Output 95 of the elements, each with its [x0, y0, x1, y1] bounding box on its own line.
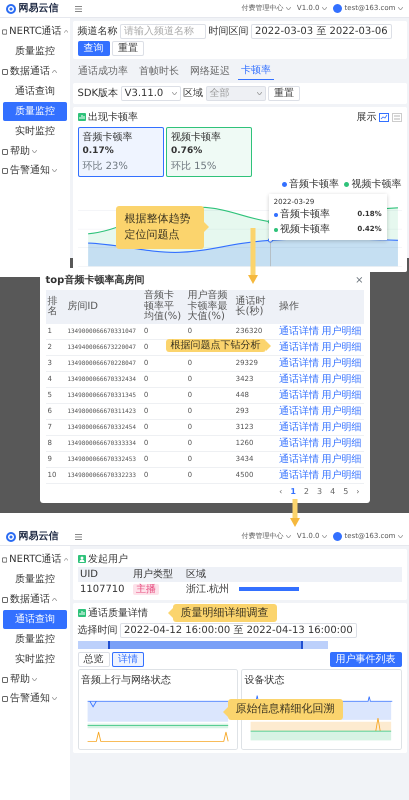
page-button[interactable]: 2	[300, 486, 314, 498]
tab[interactable]: 通话成功率	[75, 62, 131, 80]
sidebar-group[interactable]: NERTC通话	[9, 552, 62, 567]
reset-button[interactable]: 重置	[268, 86, 300, 100]
sidebar-item[interactable]: 质量监控	[3, 630, 67, 649]
table-link[interactable]: 用户明细	[322, 324, 362, 339]
previous-page-button[interactable]: ‹	[275, 486, 286, 498]
date-range-field[interactable]: 2022-03-03 至 2022-03-06	[251, 24, 392, 38]
table-link[interactable]: 用户明细	[322, 372, 362, 387]
tab[interactable]: 卡顿率	[238, 62, 274, 80]
sidebar-item[interactable]: 实时监控	[3, 650, 67, 669]
role-tag: 主播	[133, 584, 159, 594]
sidebar-group[interactable]: 数据通话	[10, 592, 50, 607]
column-header: 房间ID	[65, 290, 142, 324]
column-header: 音频卡顿率平均值(%)	[142, 290, 186, 324]
table-link[interactable]: 用户明细	[322, 404, 362, 419]
page-button[interactable]: 1	[286, 486, 300, 498]
table-link[interactable]: 用户明细	[322, 388, 362, 403]
column-header: 排名	[46, 290, 66, 324]
section-title: 通话质量详情	[88, 606, 148, 620]
table-link[interactable]: 通话详情	[279, 452, 319, 467]
events-button[interactable]: 用户事件列表	[330, 652, 402, 666]
table-link[interactable]: 通话详情	[279, 468, 319, 483]
sidebar-group[interactable]: 告警通知	[10, 163, 50, 178]
field-label: 选择时间	[78, 624, 118, 638]
table-link[interactable]: 通话详情	[279, 420, 319, 435]
legend-label: 音频卡顿率	[289, 178, 339, 192]
table-link[interactable]: 通话详情	[279, 388, 319, 403]
chart-title: 音频上行与网络状态	[81, 674, 172, 688]
callout-label: 原始信息精细化回溯	[228, 699, 342, 720]
sidebar-item[interactable]: 通话查询	[3, 82, 67, 101]
sidebar-group[interactable]: 告警通知	[10, 691, 50, 706]
callout-label: 质量明细详细调查	[172, 604, 276, 622]
sidebar-group[interactable]: 帮助	[10, 672, 30, 687]
field-label: 频道名称	[78, 24, 118, 38]
toggle-button[interactable]: 详情	[112, 652, 144, 666]
column-header: 用户音频卡顿率最大值(%)	[186, 290, 234, 324]
callout-label: 根据问题点下钻分析	[166, 339, 266, 352]
field-label: SDK版本	[78, 86, 118, 100]
card-title: 出现卡顿率	[88, 110, 138, 124]
column-header: 通话时长(秒)	[234, 290, 277, 324]
sidebar-group[interactable]: 帮助	[10, 144, 30, 159]
metric-title: 视频卡顿率	[171, 130, 222, 145]
table-cell: 浙江.杭州	[186, 584, 230, 594]
date-range-field[interactable]: 2022-04-12 16:00:00 至 2022-04-13 16:00:00	[120, 623, 357, 638]
page-button[interactable]: 4	[326, 486, 340, 498]
column-header: 操作	[277, 290, 364, 324]
field-label: 时间区间	[208, 24, 248, 38]
input-field[interactable]: 请输入频道名称	[120, 24, 206, 38]
column-header: UID	[80, 568, 99, 582]
table-link[interactable]: 用户明细	[322, 420, 362, 435]
metric-value: 0.17%	[82, 145, 115, 158]
table-link[interactable]: 用户明细	[322, 340, 362, 355]
metric-value: 0.76%	[171, 145, 204, 158]
table-link[interactable]: 通话详情	[279, 436, 319, 451]
chart-title: 设备状态	[244, 674, 286, 688]
legend-label: 视频卡顿率	[352, 178, 402, 192]
logo-text: 网易云信	[18, 530, 58, 544]
section-title: 发起用户	[88, 552, 128, 566]
sidebar-group[interactable]: NERTC通话	[9, 24, 62, 39]
column-header: 用户类型	[133, 568, 174, 582]
table-link[interactable]: 通话详情	[279, 404, 319, 419]
field-label: 区域	[183, 86, 204, 100]
page-button[interactable]: 3	[313, 486, 326, 498]
close-button[interactable]: ×	[355, 272, 364, 288]
metric-note: 环比 23%	[82, 160, 129, 174]
search-button[interactable]: 查询	[78, 41, 110, 56]
metric-title: 音频卡顿率	[82, 130, 134, 145]
sidebar-group[interactable]: 数据通话	[10, 64, 50, 79]
logo-text: 网易云信	[18, 2, 58, 16]
dropdown[interactable]: V3.11.0	[120, 86, 181, 100]
sidebar-item[interactable]: 质量监控	[3, 42, 67, 61]
table-link[interactable]: 用户明细	[322, 452, 362, 467]
reset-button[interactable]: 重置	[112, 41, 144, 56]
table-link[interactable]: 通话详情	[279, 372, 319, 387]
table-link[interactable]: 用户明细	[322, 356, 362, 371]
table-link[interactable]: 用户明细	[322, 436, 362, 451]
table-cell: 1107710	[80, 584, 125, 594]
table-link[interactable]: 通话详情	[279, 324, 319, 339]
tab[interactable]: 网络延迟	[187, 62, 233, 80]
page-button[interactable]: 5	[339, 486, 352, 498]
sidebar-item[interactable]: 实时监控	[3, 122, 67, 141]
view-label: 展示	[356, 110, 376, 124]
table-link[interactable]: 通话详情	[279, 340, 319, 355]
tab[interactable]: 首帧时长	[136, 62, 182, 80]
sidebar-item[interactable]: 质量监控	[3, 570, 67, 589]
toggle-button[interactable]: 总览	[78, 652, 110, 666]
table-link[interactable]: 通话详情	[279, 356, 319, 371]
metric-note: 环比 15%	[171, 160, 218, 174]
next-page-button[interactable]: ›	[352, 486, 364, 498]
column-header: 区域	[186, 568, 207, 582]
sidebar-item[interactable]: 质量监控	[3, 102, 67, 121]
table-link[interactable]: 用户明细	[322, 468, 362, 483]
modal-title: top音频卡顿率高房间	[46, 273, 144, 288]
sidebar-item[interactable]: 通话查询	[3, 610, 67, 629]
